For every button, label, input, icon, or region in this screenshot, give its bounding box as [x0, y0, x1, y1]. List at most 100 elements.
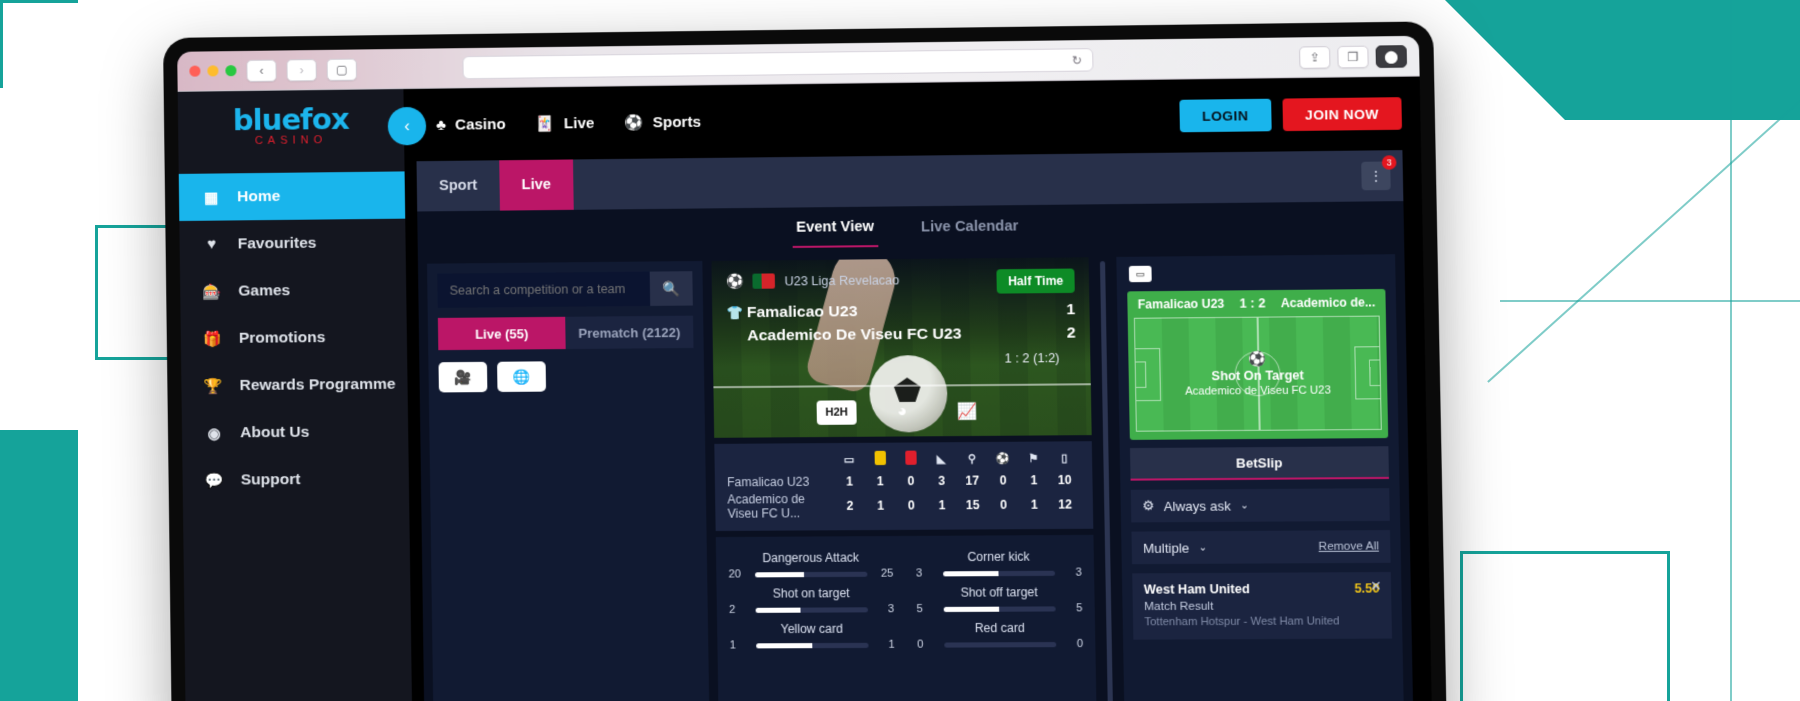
quick-filter-buttons: 🎥 🌐: [438, 360, 694, 393]
laptop-screen: ‹ › ▢ ↻ ⇪ ❐ ⬤ bluefox CASINO ‹ ▦ Home ♥ …: [177, 35, 1433, 701]
maximize-window-icon[interactable]: [225, 65, 237, 77]
stat-value: 0: [999, 473, 1007, 488]
more-options-button[interactable]: ⋮ 3: [1361, 155, 1397, 191]
score-summary: 1 : 2 (1:2): [1004, 350, 1060, 366]
top-nav-casino[interactable]: ♣ Casino: [436, 115, 506, 133]
sidebar-item-promotions[interactable]: 🎁 Promotions: [181, 313, 408, 362]
decor-top-right-block: [1565, 0, 1800, 120]
pitch-event-overlay: ⚽ Shot On Target Academico de Viseu FC U…: [1135, 317, 1381, 431]
jersey-icon: 👕: [726, 305, 744, 321]
stats-team-name: Famalicao U23: [727, 474, 810, 490]
pitch-widget-header: Famalicao U23 1 : 2 Academico de...: [1127, 289, 1386, 318]
multiple-label: Multiple: [1142, 539, 1190, 556]
table-row: Academico de Viseu FC U... 2 1 0 1 15 0 …: [727, 490, 1081, 521]
always-ask-label: Always ask: [1163, 497, 1231, 514]
panes-container: 🔍 Live (55) Prematch (2122) 🎥 🌐: [418, 254, 1414, 701]
bar-track: [755, 606, 868, 613]
bar-stat-away-value: 3: [1075, 566, 1082, 579]
casino-chips-icon: ♣: [436, 116, 447, 134]
brand-logo[interactable]: bluefox CASINO ‹: [178, 89, 427, 164]
close-icon[interactable]: ✕: [1370, 578, 1382, 594]
content-scrollbar[interactable]: [1099, 261, 1114, 701]
brand-name: bluefox: [232, 101, 349, 137]
sidebar-item-rewards-programme[interactable]: 🏆 Rewards Programme: [181, 360, 408, 409]
stat-value: 1: [1030, 497, 1038, 512]
match-hero-card[interactable]: ⚽ U23 Liga Revelacao Half Time 👕 Famalic…: [711, 257, 1092, 438]
stat-value: 0: [999, 497, 1008, 513]
tab-sport[interactable]: Sport: [417, 160, 500, 211]
pitch-home-team: Famalicao U23: [1137, 296, 1225, 312]
forward-icon[interactable]: ›: [286, 58, 317, 81]
shot-icon: ⚽: [995, 452, 1010, 466]
live-card-icon: 🃏: [535, 115, 555, 133]
stats-pie-icon[interactable]: ◕: [882, 400, 921, 425]
multiple-row[interactable]: Multiple ⌄ Remove All: [1131, 530, 1391, 565]
sidebar-item-home[interactable]: ▦ Home: [178, 171, 406, 222]
h2h-button[interactable]: H2H: [817, 400, 857, 425]
search-input[interactable]: [437, 271, 651, 308]
login-button[interactable]: LOGIN: [1179, 98, 1272, 133]
sidebar-item-support[interactable]: 💬 Support: [182, 455, 409, 504]
bar-stat-bar: 5 5: [916, 602, 1082, 615]
bar-stat-bar: 1 1: [730, 639, 895, 652]
tab-live[interactable]: Live: [499, 159, 574, 211]
share-icon[interactable]: ⇪: [1299, 45, 1331, 69]
corner-icon: ◣: [936, 453, 946, 466]
globe-icon[interactable]: 🌐: [497, 361, 547, 392]
tab-live-calendar[interactable]: Live Calendar: [917, 218, 1023, 245]
heart-icon: ♥: [207, 235, 217, 253]
remove-all-button[interactable]: Remove All: [1318, 540, 1379, 553]
window-traffic-lights[interactable]: [189, 65, 237, 77]
stats-team-name: Academico de Viseu FC U...: [727, 491, 806, 521]
tabstrip-actions: ⋮ 3: [1361, 150, 1403, 201]
decor-right-horizontal-line: [1500, 300, 1800, 302]
sidebar-item-label: Promotions: [238, 328, 326, 347]
top-nav-live[interactable]: 🃏 Live: [535, 114, 595, 133]
back-icon[interactable]: ‹: [246, 59, 277, 82]
pitch-event-team: Academico de Viseu FC U23: [1184, 384, 1331, 398]
slot-machine-icon: 🎰: [202, 283, 222, 301]
address-bar[interactable]: ↻: [462, 48, 1094, 80]
tabs-overview-icon[interactable]: ❐: [1337, 45, 1369, 68]
sidebar-item-favourites[interactable]: ♥ Favourites: [179, 219, 406, 268]
segment-prematch[interactable]: Prematch (2122): [565, 315, 694, 350]
always-ask-row[interactable]: ⚙ Always ask ⌄: [1130, 488, 1390, 523]
tab-event-view[interactable]: Event View: [792, 218, 879, 248]
segment-live[interactable]: Live (55): [437, 316, 566, 351]
sidebar-item-games[interactable]: 🎰 Games: [180, 266, 407, 315]
bar-stat-away-value: 25: [880, 567, 894, 580]
trend-chart-icon[interactable]: 📈: [948, 399, 987, 424]
pitch-event-label: Shot On Target: [1211, 368, 1304, 384]
bar-stat-away-value: 5: [1075, 602, 1083, 615]
top-nav-sports[interactable]: ⚽ Sports: [625, 113, 702, 132]
decor-bottom-left-block: [0, 430, 78, 701]
sidebar-item-about-us[interactable]: ◉ About Us: [182, 408, 409, 457]
bar-track: [942, 570, 1056, 576]
decor-top-left-frame: [0, 0, 78, 88]
video-icon[interactable]: 🎥: [438, 361, 488, 393]
table-row: Famalicao U23 1 1 0 3 17 0 1 10: [727, 472, 1080, 490]
portugal-flag-icon: [752, 273, 776, 289]
live-pitch-widget[interactable]: Famalicao U23 1 : 2 Academico de... ⚽ Sh…: [1127, 288, 1389, 440]
search-icon[interactable]: 🔍: [649, 271, 693, 306]
betslip-tab[interactable]: BetSlip: [1129, 446, 1389, 481]
decor-top-right-triangle: [1445, 0, 1565, 120]
minimize-window-icon[interactable]: [207, 65, 219, 77]
bar-stat-home-value: 5: [916, 602, 923, 616]
join-now-button[interactable]: JOIN NOW: [1281, 97, 1403, 132]
bar-stat-home-value: 20: [728, 568, 742, 581]
reload-icon[interactable]: ↻: [1072, 53, 1083, 67]
sidebar-collapse-button[interactable]: ‹: [387, 106, 427, 146]
bar-stat-corner-kick: Corner kick 3 3: [916, 545, 1082, 579]
bar-stat-away-value: 3: [887, 603, 895, 616]
bar-stat-shot-on-target: Shot on target 2 3: [729, 582, 894, 616]
chrome-right-buttons: ⇪ ❐ ⬤: [1299, 44, 1408, 69]
bar-stat-title: Corner kick: [967, 549, 1030, 565]
downloads-icon[interactable]: ⬤: [1375, 44, 1408, 68]
sidebar-toggle-icon[interactable]: ▢: [326, 58, 358, 81]
bar-track: [756, 642, 869, 648]
red-card-icon: [895, 450, 926, 468]
stat-value: 10: [1057, 472, 1072, 488]
decor-right-vertical-line: [1730, 0, 1732, 701]
close-window-icon[interactable]: [189, 65, 201, 77]
